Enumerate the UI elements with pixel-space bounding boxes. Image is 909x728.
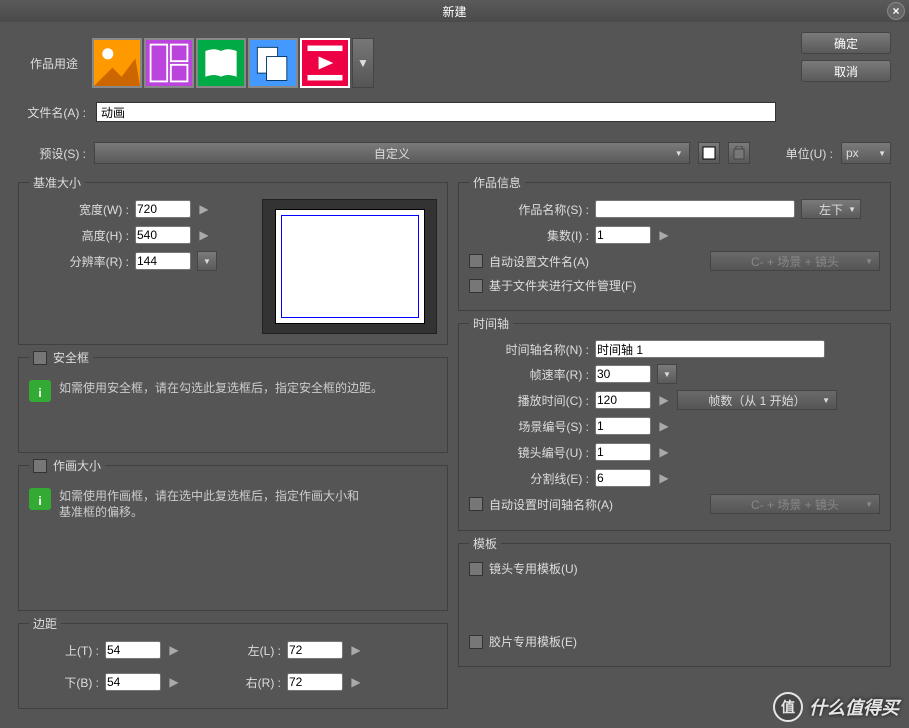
playtime-input[interactable]	[595, 391, 651, 409]
base-size-section: 基准大小 宽度(W) :▶ 高度(H) :▶ 分辨率(R) :	[18, 174, 448, 345]
preset-select[interactable]: 自定义	[94, 142, 690, 164]
timeline-pattern-select[interactable]: C- + 场景 + 镜头	[710, 494, 880, 514]
auto-timeline-name-checkbox[interactable]: 自动设置时间轴名称(A)	[469, 496, 613, 513]
cut-template-checkbox[interactable]: 镜头专用模板(U)	[469, 560, 578, 577]
filename-label: 文件名(A) :	[18, 104, 86, 121]
purpose-illustration[interactable]	[92, 38, 142, 88]
width-spinner[interactable]: ▶	[197, 199, 211, 219]
margin-top-input[interactable]	[105, 641, 161, 659]
purpose-print[interactable]	[248, 38, 298, 88]
margin-left-input[interactable]	[287, 641, 343, 659]
draw-size-section: 作画大小 i 如需使用作画框，请在选中此复选框后，指定作画大小和基准框的偏移。	[18, 457, 448, 611]
ok-button[interactable]: 确定	[801, 32, 891, 54]
work-info-section: 作品信息 作品名称(S) :左下 集数(I) :▶ 自动设置文件名(A)C- +…	[458, 174, 891, 311]
template-section: 模板 镜头专用模板(U) 胶片专用模板(E)	[458, 535, 891, 667]
timeline-name-input[interactable]	[595, 340, 825, 358]
safe-frame-checkbox[interactable]: 安全框	[33, 349, 89, 366]
spinner[interactable]: ▶	[657, 225, 671, 245]
draw-size-checkbox[interactable]: 作画大小	[33, 457, 101, 474]
info-icon: i	[29, 380, 51, 402]
spinner[interactable]: ▶	[349, 672, 363, 692]
spinner[interactable]: ▶	[349, 640, 363, 660]
work-name-input[interactable]	[595, 200, 795, 218]
position-select[interactable]: 左下	[801, 199, 861, 219]
close-icon[interactable]: ×	[887, 2, 905, 20]
spinner[interactable]: ▶	[167, 672, 181, 692]
preset-label: 预设(S) :	[18, 145, 86, 162]
purpose-dropdown[interactable]: ▼	[352, 38, 374, 88]
purpose-animation[interactable]	[300, 38, 350, 88]
spinner[interactable]: ▶	[657, 390, 671, 410]
cancel-button[interactable]: 取消	[801, 60, 891, 82]
filename-pattern-select[interactable]: C- + 场景 + 镜头	[710, 251, 880, 271]
purpose-label: 作品用途	[18, 55, 78, 72]
info-icon: i	[29, 488, 51, 510]
divider-input[interactable]	[595, 469, 651, 487]
svg-text:i: i	[38, 494, 41, 508]
fps-input[interactable]	[595, 365, 651, 383]
width-input[interactable]	[135, 200, 191, 218]
unit-select[interactable]: px	[841, 142, 891, 164]
cel-template-checkbox[interactable]: 胶片专用模板(E)	[469, 633, 577, 650]
window-title: 新建	[442, 3, 466, 20]
fps-dropdown[interactable]	[657, 364, 677, 384]
resolution-dropdown[interactable]	[197, 251, 217, 271]
episode-input[interactable]	[595, 226, 651, 244]
preset-save-icon[interactable]	[698, 142, 720, 164]
margins-section: 边距 上(T) :▶ 下(B) :▶ 左(L) :▶ 右(R) :▶	[18, 615, 448, 709]
spinner[interactable]: ▶	[657, 468, 671, 488]
preset-delete-icon[interactable]	[728, 142, 750, 164]
purpose-book[interactable]	[196, 38, 246, 88]
spinner[interactable]: ▶	[657, 416, 671, 436]
purpose-comic[interactable]	[144, 38, 194, 88]
svg-text:i: i	[38, 386, 41, 400]
canvas-preview	[262, 199, 437, 334]
safe-frame-section: 安全框 i 如需使用安全框，请在勾选此复选框后，指定安全框的边距。	[18, 349, 448, 453]
watermark: 值 什么值得买	[773, 692, 899, 722]
height-spinner[interactable]: ▶	[197, 225, 211, 245]
auto-filename-checkbox[interactable]: 自动设置文件名(A)	[469, 253, 589, 270]
filename-input[interactable]	[96, 102, 776, 122]
spinner[interactable]: ▶	[657, 442, 671, 462]
frame-unit-select[interactable]: 帧数（从 1 开始）	[677, 390, 837, 410]
timeline-section: 时间轴 时间轴名称(N) : 帧速率(R) : 播放时间(C) :▶帧数（从 1…	[458, 315, 891, 531]
resolution-input[interactable]	[135, 252, 191, 270]
margin-bottom-input[interactable]	[105, 673, 161, 691]
cut-input[interactable]	[595, 443, 651, 461]
unit-label: 单位(U) :	[786, 145, 833, 162]
height-input[interactable]	[135, 226, 191, 244]
titlebar: 新建 ×	[0, 0, 909, 22]
margin-right-input[interactable]	[287, 673, 343, 691]
watermark-icon: 值	[773, 692, 803, 722]
scene-input[interactable]	[595, 417, 651, 435]
folder-mgmt-checkbox[interactable]: 基于文件夹进行文件管理(F)	[469, 277, 636, 294]
spinner[interactable]: ▶	[167, 640, 181, 660]
